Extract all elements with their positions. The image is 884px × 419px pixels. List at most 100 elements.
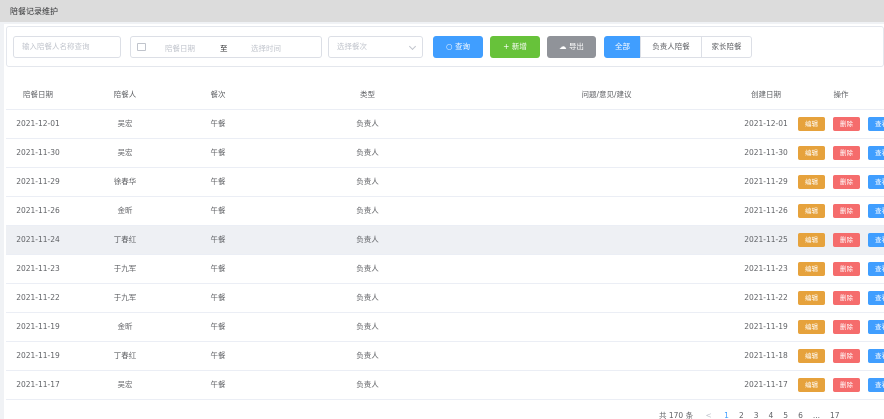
cell-issue bbox=[479, 370, 734, 400]
pagination-page[interactable]: 3 bbox=[754, 411, 759, 419]
query-button-label: 查询 bbox=[454, 42, 470, 51]
cell-date: 2021-11-19 bbox=[6, 341, 70, 371]
segment-manager-meal[interactable]: 负责人陪餐 bbox=[640, 36, 702, 58]
cell-created: 2021-11-22 bbox=[734, 283, 798, 313]
cell-type: 负责人 bbox=[256, 341, 479, 371]
delete-button[interactable]: 删除 bbox=[833, 232, 860, 247]
column-header-meal: 餐次 bbox=[180, 81, 256, 110]
cell-type: 负责人 bbox=[256, 225, 479, 255]
cell-meal: 午餐 bbox=[180, 341, 256, 371]
view-button[interactable]: 查看 bbox=[868, 348, 884, 363]
edit-button[interactable]: 编辑 bbox=[798, 319, 825, 334]
search-icon: ○ bbox=[446, 42, 455, 51]
pagination-ellipsis[interactable]: ... bbox=[813, 411, 820, 419]
view-button[interactable]: 查看 bbox=[868, 174, 884, 189]
calendar-icon bbox=[137, 43, 146, 51]
add-button-label: 新增 bbox=[511, 42, 527, 51]
table-header-row: 陪餐日期 陪餐人 餐次 类型 问题/意见/建议 创建日期 操作 bbox=[6, 81, 884, 110]
cell-date: 2021-11-22 bbox=[6, 283, 70, 313]
cell-type: 负责人 bbox=[256, 196, 479, 226]
export-button[interactable]: ☁ 导出 bbox=[547, 36, 596, 58]
meal-select-placeholder: 选择餐次 bbox=[337, 42, 367, 51]
cell-actions: 编辑删除查看 bbox=[798, 312, 884, 342]
cell-meal: 午餐 bbox=[180, 138, 256, 168]
edit-button[interactable]: 编辑 bbox=[798, 174, 825, 189]
table-row: 2021-11-24丁春红午餐负责人 2021-11-25编辑删除查看 bbox=[6, 225, 884, 255]
search-input[interactable]: 输入陪餐人名称查询 bbox=[13, 36, 121, 58]
edit-button[interactable]: 编辑 bbox=[798, 348, 825, 363]
view-button[interactable]: 查看 bbox=[868, 377, 884, 392]
view-button[interactable]: 查看 bbox=[868, 261, 884, 276]
cell-created: 2021-11-30 bbox=[734, 138, 798, 168]
cell-actions: 编辑删除查看 bbox=[798, 370, 884, 400]
delete-button[interactable]: 删除 bbox=[833, 319, 860, 334]
cell-date: 2021-11-29 bbox=[6, 167, 70, 197]
pagination-page[interactable]: 4 bbox=[769, 411, 774, 419]
view-button[interactable]: 查看 bbox=[868, 145, 884, 160]
meal-select[interactable]: 选择餐次 bbox=[328, 36, 423, 58]
add-button[interactable]: + 新增 bbox=[490, 36, 540, 58]
meal-record-table: 陪餐日期 陪餐人 餐次 类型 问题/意见/建议 创建日期 操作 2021-12-… bbox=[6, 81, 884, 400]
date-range-picker[interactable]: 陪餐日期 至 选择时间 bbox=[130, 36, 322, 58]
cell-actions: 编辑删除查看 bbox=[798, 109, 884, 139]
pagination: 共 170 条 < 1 2 3 4 5 6... 17 bbox=[659, 410, 860, 419]
edit-button[interactable]: 编辑 bbox=[798, 203, 825, 218]
cell-actions: 编辑删除查看 bbox=[798, 283, 884, 313]
cell-actions: 编辑删除查看 bbox=[798, 254, 884, 284]
delete-button[interactable]: 删除 bbox=[833, 348, 860, 363]
view-button[interactable]: 查看 bbox=[868, 290, 884, 305]
table-row: 2021-11-26金昕午餐负责人2021-11-26编辑删除查看 bbox=[6, 196, 884, 226]
column-header-date: 陪餐日期 bbox=[6, 81, 70, 110]
segment-parent-meal[interactable]: 家长陪餐 bbox=[701, 36, 752, 58]
segment-all-label: 全部 bbox=[615, 42, 630, 51]
edit-button[interactable]: 编辑 bbox=[798, 377, 825, 392]
edit-button[interactable]: 编辑 bbox=[798, 261, 825, 276]
cell-date: 2021-11-24 bbox=[6, 225, 70, 255]
view-button[interactable]: 查看 bbox=[868, 203, 884, 218]
table-row: 2021-11-19金昕午餐负责人2021-11-19编辑删除查看 bbox=[6, 312, 884, 342]
date-start-placeholder: 陪餐日期 bbox=[165, 44, 195, 53]
cell-meal: 午餐 bbox=[180, 196, 256, 226]
pagination-prev-button[interactable]: < bbox=[705, 411, 711, 419]
date-separator: 至 bbox=[220, 44, 228, 53]
edit-button[interactable]: 编辑 bbox=[798, 145, 825, 160]
pagination-page[interactable]: 6 bbox=[798, 411, 803, 419]
cell-issue bbox=[479, 225, 734, 255]
pagination-page[interactable]: 17 bbox=[830, 411, 840, 419]
cell-meal: 午餐 bbox=[180, 370, 256, 400]
delete-button[interactable]: 删除 bbox=[833, 116, 860, 131]
pagination-page[interactable]: 5 bbox=[783, 411, 788, 419]
segment-all[interactable]: 全部 bbox=[604, 36, 641, 58]
delete-button[interactable]: 删除 bbox=[833, 290, 860, 305]
cell-issue bbox=[479, 254, 734, 284]
delete-button[interactable]: 删除 bbox=[833, 145, 860, 160]
cell-date: 2021-11-17 bbox=[6, 370, 70, 400]
delete-button[interactable]: 删除 bbox=[833, 174, 860, 189]
pagination-page[interactable]: 1 bbox=[724, 411, 729, 419]
cell-type: 负责人 bbox=[256, 254, 479, 284]
view-button[interactable]: 查看 bbox=[868, 116, 884, 131]
filter-bar: 输入陪餐人名称查询 陪餐日期 至 选择时间 选择餐次 ○ 查询 + 新增 ☁ 导… bbox=[6, 26, 884, 67]
cell-type: 负责人 bbox=[256, 138, 479, 168]
delete-button[interactable]: 删除 bbox=[833, 377, 860, 392]
table-row: 2021-11-22于九军午餐负责人2021-11-22编辑删除查看 bbox=[6, 283, 884, 313]
edit-button[interactable]: 编辑 bbox=[798, 232, 825, 247]
query-button[interactable]: ○ 查询 bbox=[433, 36, 483, 58]
cell-created: 2021-11-26 bbox=[734, 196, 798, 226]
edit-button[interactable]: 编辑 bbox=[798, 290, 825, 305]
view-button[interactable]: 查看 bbox=[868, 319, 884, 334]
cell-person: 金昕 bbox=[70, 312, 180, 342]
view-button[interactable]: 查看 bbox=[868, 232, 884, 247]
segment-manager-meal-label: 负责人陪餐 bbox=[652, 42, 690, 51]
cell-meal: 午餐 bbox=[180, 312, 256, 342]
column-header-type: 类型 bbox=[256, 81, 479, 110]
pagination-page[interactable]: 2 bbox=[739, 411, 744, 419]
cell-date: 2021-11-26 bbox=[6, 196, 70, 226]
page-title: 陪餐记录维护 bbox=[10, 7, 58, 16]
delete-button[interactable]: 删除 bbox=[833, 261, 860, 276]
cell-actions: 编辑删除查看 bbox=[798, 196, 884, 226]
pagination-total: 共 170 条 bbox=[659, 411, 694, 419]
edit-button[interactable]: 编辑 bbox=[798, 116, 825, 131]
delete-button[interactable]: 删除 bbox=[833, 203, 860, 218]
column-header-actions: 操作 bbox=[798, 81, 884, 110]
